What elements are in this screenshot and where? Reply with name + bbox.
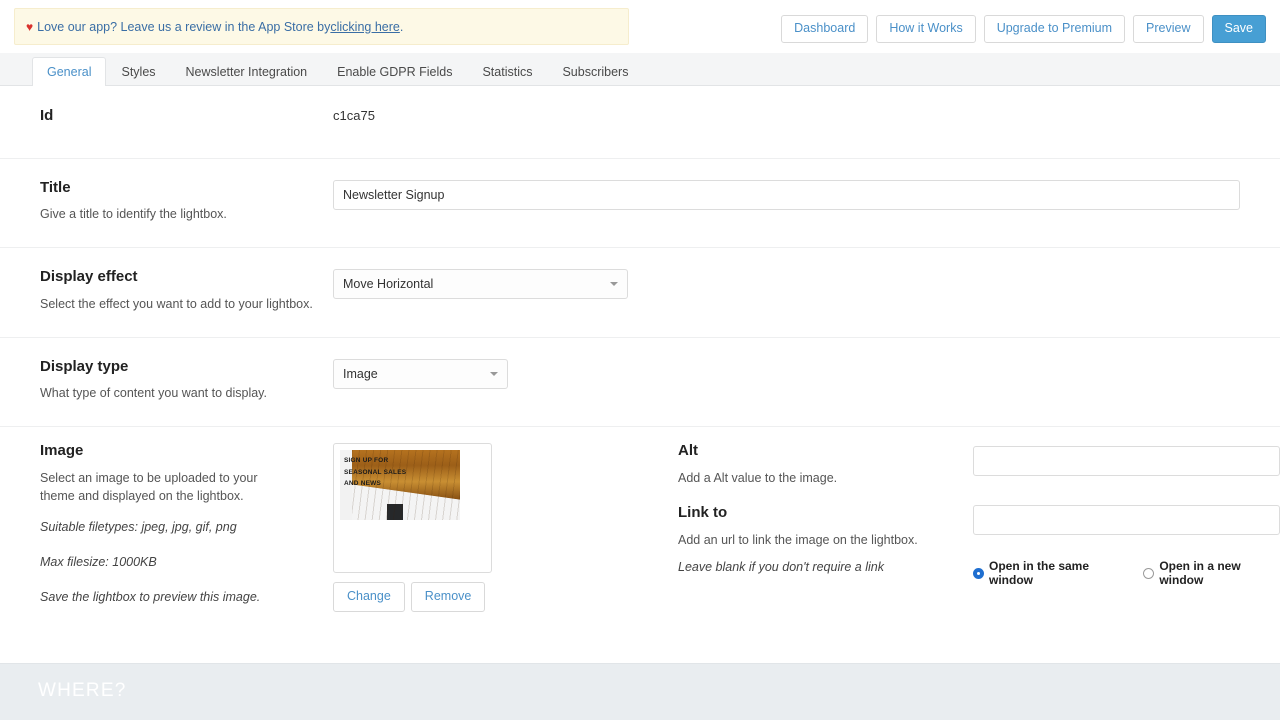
display-type-help: What type of content you want to display… <box>40 386 267 401</box>
radio-indicator[interactable] <box>1143 567 1155 579</box>
alt-help: Add a Alt value to the image. <box>678 470 838 485</box>
link-to-help: Add an url to link the image on the ligh… <box>678 532 918 547</box>
title-help: Give a title to identify the lightbox. <box>40 207 227 221</box>
radio-open-same-window[interactable]: Open in the same window <box>973 559 1127 587</box>
app-review-notice: ♥ Love our app? Leave us a review in the… <box>14 8 629 45</box>
tab-styles[interactable]: Styles <box>106 57 170 87</box>
top-bar: ♥ Love our app? Leave us a review in the… <box>0 0 1280 53</box>
radio-open-new-window[interactable]: Open in a new window <box>1143 559 1280 587</box>
change-image-button[interactable]: Change <box>333 582 405 612</box>
display-effect-label: Display effect <box>40 268 138 286</box>
alt-input[interactable] <box>973 446 1280 477</box>
preview-button[interactable]: Preview <box>1133 15 1204 43</box>
section-display-type: Display type What type of content you wa… <box>0 338 1280 428</box>
upgrade-to-premium-button[interactable]: Upgrade to Premium <box>983 15 1126 43</box>
tab-subscribers[interactable]: Subscribers <box>547 57 643 87</box>
notice-text-suffix: . <box>399 19 404 34</box>
image-preview-note: Save the lightbox to preview this image. <box>40 590 261 605</box>
id-label: Id <box>40 107 54 124</box>
radio-open-new-window-label: Open in a new window <box>1159 559 1241 588</box>
remove-image-button[interactable]: Remove <box>410 582 486 612</box>
heart-icon: ♥ <box>26 19 34 34</box>
display-type-value: Image <box>343 366 378 381</box>
link-target-radio-group: Open in the same window Open in a new wi… <box>973 559 1280 587</box>
tab-enable-gdpr-fields[interactable]: Enable GDPR Fields <box>322 57 467 87</box>
chevron-down-icon <box>610 282 618 287</box>
section-title: Title Give a title to identify the light… <box>0 159 1280 249</box>
display-type-label: Display type <box>40 357 129 375</box>
how-it-works-button[interactable]: How it Works <box>876 15 976 43</box>
toolbar-buttons: Dashboard How it Works Upgrade to Premiu… <box>781 15 1266 43</box>
notice-text: Love our app? Leave us a review in the A… <box>37 19 331 34</box>
radio-indicator-selected[interactable] <box>973 567 984 579</box>
section-id: Id c1ca75 <box>0 86 1280 159</box>
image-filesize: Max filesize: 1000KB <box>40 555 157 570</box>
tab-newsletter-integration[interactable]: Newsletter Integration <box>171 57 323 87</box>
thumbnail-overlay-text: SIGN UP FOR SEASONAL SALES AND NEWS <box>344 457 407 488</box>
save-button[interactable]: Save <box>1211 15 1266 43</box>
section-image: Image Select an image to be uploaded to … <box>0 427 1280 632</box>
image-actions: Change Remove <box>333 582 678 612</box>
section-display-effect: Display effect Select the effect you wan… <box>0 248 1280 338</box>
where-section: WHERE? <box>0 663 1280 720</box>
clicking-here-link[interactable]: clicking here <box>330 20 399 34</box>
link-to-label: Link to <box>678 504 728 521</box>
image-label: Image <box>40 442 84 460</box>
image-filetypes: Suitable filetypes: jpeg, jpg, gif, png <box>40 520 237 535</box>
title-label: Title <box>40 178 71 196</box>
radio-open-same-window-label: Open in the same window <box>989 559 1090 588</box>
display-effect-value: Move Horizontal <box>343 277 434 292</box>
alt-label: Alt <box>678 442 698 460</box>
image-thumbnail: SIGN UP FOR SEASONAL SALES AND NEWS <box>340 450 460 521</box>
link-to-note: Leave blank if you don't require a link <box>678 559 884 574</box>
dashboard-button[interactable]: Dashboard <box>781 15 869 43</box>
display-effect-help: Select the effect you want to add to you… <box>40 296 313 311</box>
title-input[interactable] <box>333 179 1240 210</box>
display-effect-select[interactable]: Move Horizontal <box>333 269 628 300</box>
display-type-select[interactable]: Image <box>333 358 508 389</box>
image-preview-box: SIGN UP FOR SEASONAL SALES AND NEWS <box>333 443 492 574</box>
chevron-down-icon <box>490 371 498 376</box>
tab-statistics[interactable]: Statistics <box>467 57 547 87</box>
id-value: c1ca75 <box>333 108 375 123</box>
tab-bar: General Styles Newsletter Integration En… <box>0 53 1280 86</box>
where-heading: WHERE? <box>38 680 127 701</box>
link-to-input[interactable] <box>973 505 1280 536</box>
image-help: Select an image to be uploaded to your t… <box>40 470 258 503</box>
tab-general[interactable]: General <box>32 56 107 86</box>
